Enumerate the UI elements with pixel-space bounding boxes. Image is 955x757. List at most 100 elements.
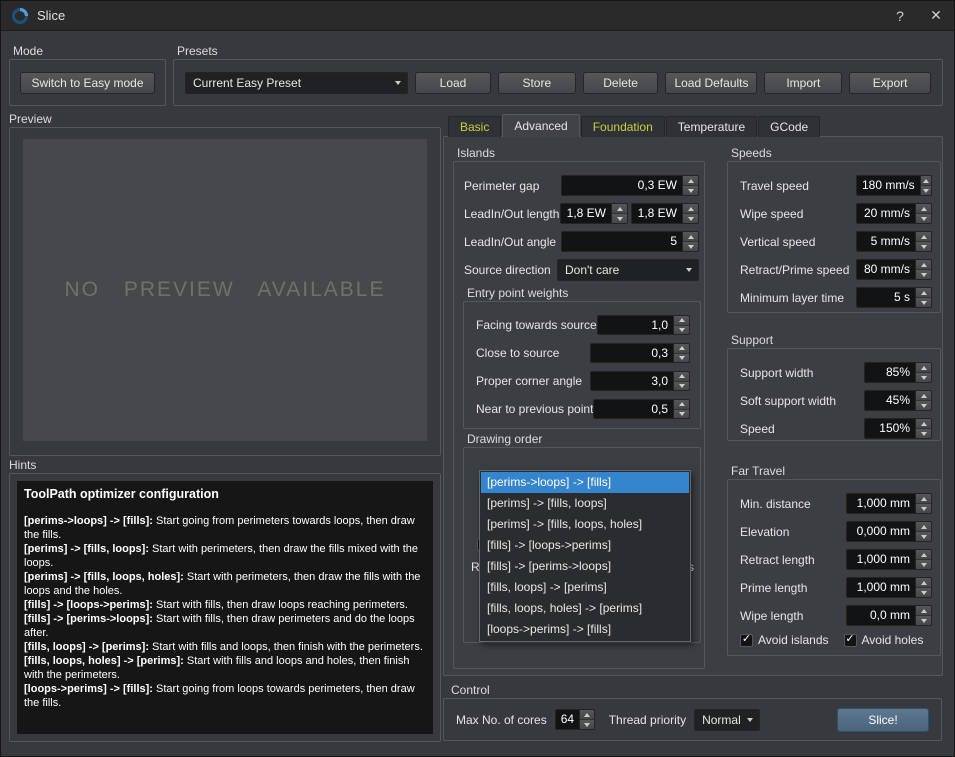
- settings-tab-bar: Basic Advanced Foundation Temperature GC…: [448, 114, 821, 137]
- spin-buttons[interactable]: [673, 316, 689, 334]
- spin-up-icon: [916, 606, 931, 616]
- source-direction-combobox[interactable]: Don't care: [557, 259, 699, 281]
- spin-buttons[interactable]: [915, 606, 931, 625]
- help-button[interactable]: ?: [882, 1, 918, 31]
- avoid-checkbox-row: Avoid islands Avoid holes: [740, 633, 932, 647]
- tab-advanced[interactable]: Advanced: [502, 114, 579, 137]
- perimeter-gap-input[interactable]: 0,3 EW: [561, 175, 699, 196]
- near-to-previous-point-input[interactable]: 0,5: [593, 399, 690, 419]
- retract-length-input[interactable]: 1,000 mm: [846, 549, 932, 570]
- hint-entry: [perims] -> [fills, loops, holes]: Start…: [24, 570, 426, 598]
- islands-group-title: Islands: [457, 147, 705, 161]
- tab-foundation[interactable]: Foundation: [581, 116, 665, 137]
- wipe-speed-label: Wipe speed: [740, 207, 856, 221]
- popup-item[interactable]: [fills] -> [perims->loops]: [481, 556, 689, 577]
- spin-buttons[interactable]: [915, 578, 931, 597]
- max-cores-input[interactable]: 64: [555, 709, 595, 730]
- spin-up-icon: [916, 288, 931, 298]
- tab-basic[interactable]: Basic: [448, 116, 501, 137]
- popup-item[interactable]: [fills] -> [loops->perims]: [481, 535, 689, 556]
- vertical-speed-input[interactable]: 5 mm/s: [856, 231, 932, 252]
- popup-item[interactable]: [loops->perims] -> [fills]: [481, 619, 689, 640]
- spin-down-icon: [683, 186, 698, 195]
- store-button[interactable]: Store: [498, 72, 576, 94]
- travel-speed-input[interactable]: 180 mm/s: [856, 175, 932, 196]
- export-button[interactable]: Export: [849, 72, 931, 94]
- popup-item[interactable]: [fills, loops] -> [perims]: [481, 577, 689, 598]
- hint-entry: [fills] -> [perims->loops]: Start with f…: [24, 612, 426, 640]
- avoid-holes-checkbox[interactable]: [844, 634, 857, 647]
- facing-towards-source-input[interactable]: 1,0: [597, 315, 690, 335]
- leadinout-length-input-1[interactable]: 1,8 EW: [560, 203, 628, 224]
- minimum-layer-time-label: Minimum layer time: [740, 291, 856, 305]
- min-distance-row: Min. distance 1,000 mm: [740, 493, 932, 514]
- spin-buttons[interactable]: [915, 204, 931, 223]
- hint-term: [fills] -> [loops->perims]:: [24, 599, 153, 611]
- tab-gcode[interactable]: GCode: [758, 116, 820, 137]
- load-defaults-button[interactable]: Load Defaults: [665, 72, 757, 94]
- avoid-islands-checkbox[interactable]: [740, 634, 753, 647]
- tab-temperature[interactable]: Temperature: [666, 116, 757, 137]
- wipe-speed-row: Wipe speed 20 mm/s: [740, 203, 932, 224]
- spin-buttons[interactable]: [915, 232, 931, 251]
- switch-easy-mode-button[interactable]: Switch to Easy mode: [20, 72, 155, 94]
- spin-up-icon: [916, 494, 931, 504]
- spin-buttons[interactable]: [673, 344, 689, 362]
- proper-corner-angle-input[interactable]: 3,0: [590, 371, 690, 391]
- spin-buttons[interactable]: [915, 550, 931, 569]
- app-icon: [11, 7, 29, 25]
- spin-buttons[interactable]: [915, 419, 931, 438]
- wipe-speed-input[interactable]: 20 mm/s: [856, 203, 932, 224]
- support-speed-input[interactable]: 150%: [864, 418, 932, 439]
- import-button[interactable]: Import: [764, 72, 842, 94]
- soft-support-width-input[interactable]: 45%: [864, 390, 932, 411]
- popup-item[interactable]: [perims->loops] -> [fills]: [481, 472, 689, 493]
- spin-buttons[interactable]: [915, 522, 931, 541]
- leadinout-angle-input[interactable]: 5: [561, 231, 699, 252]
- support-width-input[interactable]: 85%: [864, 362, 932, 383]
- spin-buttons[interactable]: [915, 363, 931, 382]
- retract-length-label: Retract length: [740, 553, 846, 567]
- spin-buttons[interactable]: [920, 176, 931, 195]
- thread-priority-combobox[interactable]: Normal: [694, 709, 760, 731]
- close-button[interactable]: ✕: [918, 1, 954, 31]
- spin-buttons[interactable]: [673, 372, 689, 390]
- spin-buttons[interactable]: [579, 710, 594, 729]
- spin-buttons[interactable]: [682, 176, 698, 195]
- spin-buttons[interactable]: [611, 204, 627, 223]
- prime-length-input[interactable]: 1,000 mm: [846, 577, 932, 598]
- delete-button[interactable]: Delete: [583, 72, 659, 94]
- close-to-source-input[interactable]: 0,3: [590, 343, 690, 363]
- spin-buttons[interactable]: [682, 232, 698, 251]
- hints-group-title: Hints: [9, 459, 441, 473]
- wipe-length-input[interactable]: 0,0 mm: [846, 605, 932, 626]
- leadinout-length-row: LeadIn/Out length 1,8 EW 1,8 EW: [464, 203, 699, 224]
- min-distance-input[interactable]: 1,000 mm: [846, 493, 932, 514]
- spin-buttons[interactable]: [915, 260, 931, 279]
- hint-entry: [loops->perims] -> [fills]: Start going …: [24, 682, 426, 710]
- title-bar[interactable]: Slice ? ✕: [1, 1, 954, 31]
- spin-down-icon: [921, 186, 931, 195]
- leadinout-length-input-2[interactable]: 1,8 EW: [631, 203, 699, 224]
- spin-buttons[interactable]: [915, 391, 931, 410]
- spin-up-icon: [612, 204, 627, 214]
- minimum-layer-time-input[interactable]: 5 s: [856, 287, 932, 308]
- popup-item[interactable]: [perims] -> [fills, loops, holes]: [481, 514, 689, 535]
- retract-prime-speed-input[interactable]: 80 mm/s: [856, 259, 932, 280]
- preview-group-title: Preview: [9, 113, 441, 127]
- popup-item[interactable]: [fills, loops, holes] -> [perims]: [481, 598, 689, 619]
- popup-item[interactable]: [perims] -> [fills, loops]: [481, 493, 689, 514]
- spin-buttons[interactable]: [915, 494, 931, 513]
- spin-buttons[interactable]: [682, 204, 698, 223]
- chevron-down-icon: [389, 73, 407, 93]
- spin-buttons[interactable]: [673, 400, 689, 418]
- slice-button[interactable]: Slice!: [837, 708, 929, 732]
- load-button[interactable]: Load: [415, 72, 491, 94]
- source-direction-row: Source direction Don't care: [464, 259, 699, 281]
- elevation-input[interactable]: 0,000 mm: [846, 521, 932, 542]
- preset-combobox[interactable]: Current Easy Preset: [185, 72, 408, 94]
- spin-up-icon: [916, 391, 931, 401]
- spin-buttons[interactable]: [915, 288, 931, 307]
- hint-term: [perims->loops] -> [fills]:: [24, 515, 153, 527]
- prime-length-label: Prime length: [740, 581, 846, 595]
